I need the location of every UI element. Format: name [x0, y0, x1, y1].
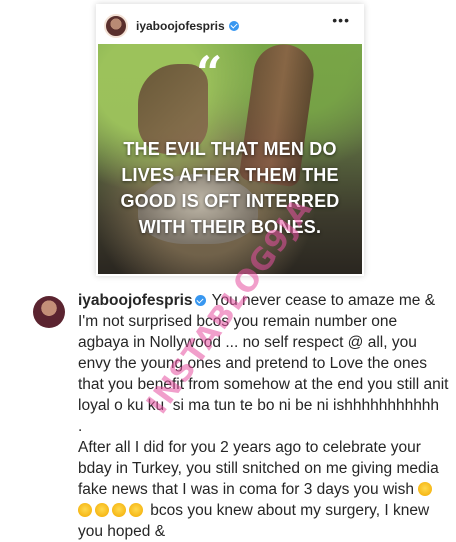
comment-username[interactable]: iyaboojofespris — [78, 292, 193, 309]
post-username[interactable]: iyaboojofespris — [136, 19, 225, 33]
quote-text: THE EVIL THAT MEN DO LIVES AFTER THEM TH… — [98, 136, 362, 240]
smile-emoji-icon — [129, 503, 143, 517]
embedded-post: iyaboojofespris ••• “ THE EVIL THAT MEN … — [96, 4, 364, 276]
quote-line: THE EVIL THAT MEN DO — [123, 139, 337, 159]
avatar[interactable] — [104, 14, 128, 38]
smile-emoji-icon — [112, 503, 126, 517]
post-header: iyaboojofespris ••• — [96, 4, 364, 48]
verified-icon — [228, 21, 239, 31]
comment-avatar[interactable] — [33, 296, 65, 328]
more-options-icon[interactable]: ••• — [332, 12, 350, 28]
quote-mark-icon: “ — [196, 46, 223, 100]
smile-emoji-icon — [95, 503, 109, 517]
laughing-emoji-icon — [418, 482, 433, 496]
comment-body: iyaboojofespris You never cease to amaze… — [78, 290, 450, 542]
quote-line: WITH THEIR BONES. — [138, 217, 322, 237]
quote-line: LIVES AFTER THEM THE — [121, 165, 339, 185]
grin-emoji-icon — [78, 503, 92, 517]
quote-line: GOOD IS OFT INTERRED — [120, 191, 340, 211]
post-image[interactable]: “ THE EVIL THAT MEN DO LIVES AFTER THEM … — [98, 44, 362, 274]
verified-icon — [194, 295, 206, 306]
comment-text: You never cease to amaze me & I'm not su… — [78, 292, 449, 498]
